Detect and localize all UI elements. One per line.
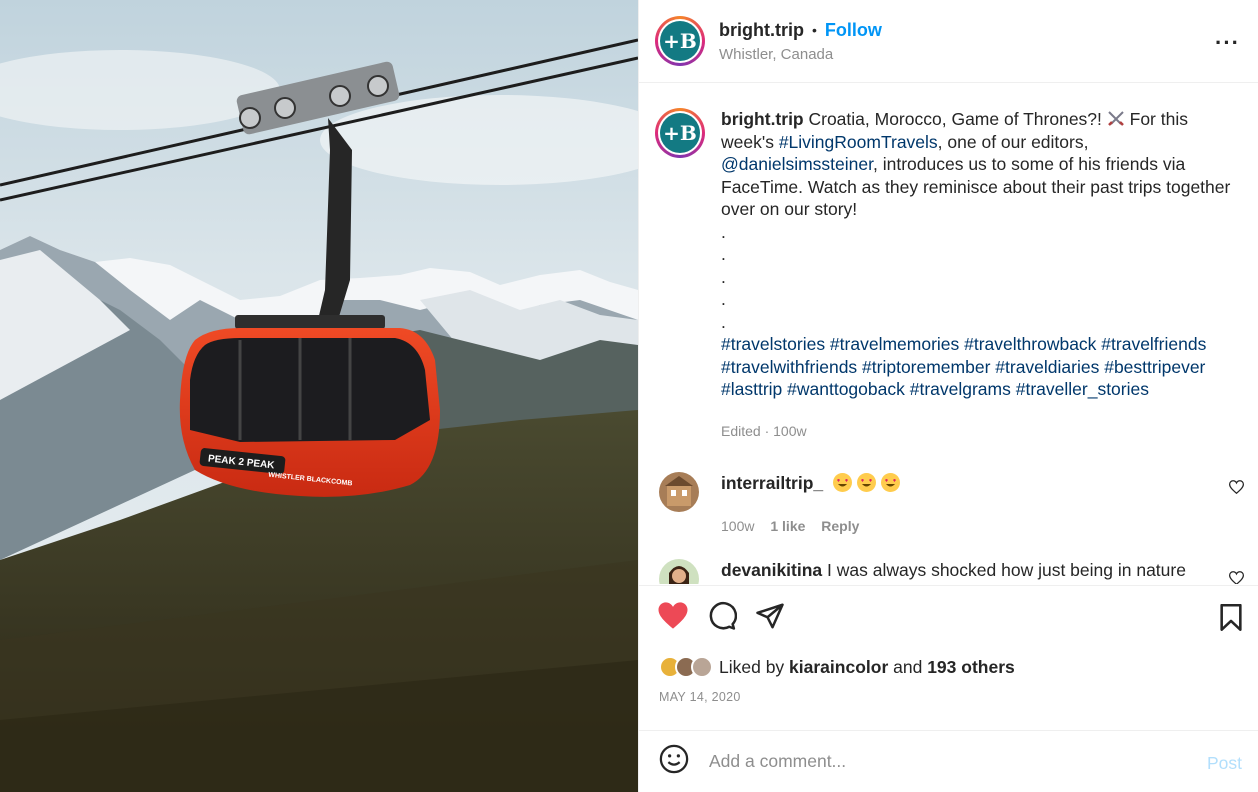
comment-meta: 100w 1 like Reply [721, 515, 1191, 538]
mention-link[interactable]: @danielsimssteiner [721, 154, 873, 174]
caption-username[interactable]: bright.trip [721, 109, 804, 129]
comments-section[interactable]: +B bright.trip Croatia, Morocco, Game of… [639, 84, 1258, 584]
caption-text: , one of our editors, [937, 131, 1089, 152]
like-comment-heart-icon[interactable] [1228, 571, 1245, 584]
gondola-photo: PEAK 2 PEAK WHISTLER BLACKCOMB [0, 0, 638, 792]
commenter-avatar[interactable] [659, 559, 699, 584]
author-avatar[interactable]: +B [655, 16, 705, 66]
likes-prefix: Liked by [719, 656, 790, 677]
emoji-icon[interactable] [659, 744, 689, 779]
hashtags-line[interactable]: #travelwithfriends #triptoremember #trav… [721, 356, 1241, 379]
author-username[interactable]: bright.trip [719, 20, 804, 41]
hashtags-line[interactable]: #travelstories #travelmemories #travelth… [721, 333, 1241, 356]
heart-eyes-emoji [828, 473, 900, 493]
add-comment-bar: Post [639, 730, 1258, 792]
comment-item: interrailtrip_ 100w 1 like Reply [639, 472, 1258, 537]
post-modal: PEAK 2 PEAK WHISTLER BLACKCOMB +B bright… [0, 0, 1258, 792]
post-comment-button[interactable]: Post [1207, 753, 1242, 774]
bookmark-icon[interactable] [1218, 603, 1244, 637]
reply-button[interactable]: Reply [821, 518, 859, 534]
hashtag-link[interactable]: #LivingRoomTravels [779, 132, 938, 152]
separator-dot: • [811, 22, 817, 38]
follow-button[interactable]: Follow [825, 20, 882, 41]
post-location[interactable]: Whistler, Canada [719, 46, 882, 63]
caption-text: Croatia, Morocco, Game of Thrones?! [803, 109, 1107, 129]
comment-item: devanikitina I was always shocked how ju… [639, 559, 1258, 584]
post-side-panel: +B bright.trip • Follow Whistler, Canada… [638, 0, 1258, 792]
comment-input[interactable] [709, 751, 1179, 772]
post-image[interactable]: PEAK 2 PEAK WHISTLER BLACKCOMB [0, 0, 638, 792]
comment-icon[interactable] [707, 601, 738, 636]
like-comment-heart-icon[interactable] [1228, 480, 1245, 499]
comment-likes[interactable]: 1 like [770, 518, 805, 534]
caption-avatar-logo: +B [660, 113, 700, 153]
more-options-icon[interactable]: ··· [1215, 30, 1240, 56]
crossed-swords-icon [1107, 109, 1125, 129]
commenter-avatar[interactable] [659, 472, 699, 512]
caption-edited-time: Edited · 100w [721, 422, 807, 439]
hashtags-line[interactable]: #lasttrip #wanttogoback #travelgrams #tr… [721, 378, 1241, 401]
likes-mid: and [888, 656, 928, 677]
comment-time: 100w [721, 517, 755, 534]
commenter-username[interactable]: interrailtrip_ [721, 473, 823, 493]
share-icon[interactable] [755, 601, 785, 636]
caption: +B bright.trip Croatia, Morocco, Game of… [639, 84, 1258, 442]
post-actions: Liked by kiaraincolor and 193 others MAY… [639, 585, 1258, 704]
likes-summary[interactable]: Liked by kiaraincolor and 193 others [639, 650, 1258, 684]
liked-heart-icon[interactable] [657, 601, 689, 635]
liked-by-user[interactable]: kiaraincolor [789, 657, 888, 677]
post-header: +B bright.trip • Follow Whistler, Canada… [639, 0, 1258, 83]
caption-avatar[interactable]: +B [655, 108, 705, 158]
post-date[interactable]: MAY 14, 2020 [639, 690, 1258, 704]
commenter-username[interactable]: devanikitina [721, 560, 822, 580]
liker-avatar [691, 656, 713, 678]
caption-dots: ..... [721, 221, 726, 332]
likes-others[interactable]: 193 others [927, 657, 1015, 677]
author-avatar-logo: +B [660, 21, 700, 61]
